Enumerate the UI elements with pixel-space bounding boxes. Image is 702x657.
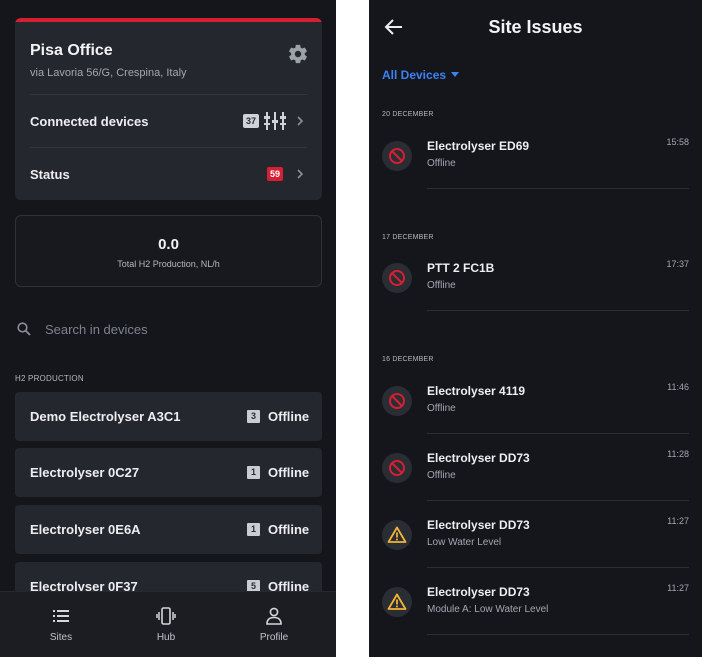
date-header: 20 DECEMBER: [382, 111, 434, 118]
status-count-badge: 59: [267, 167, 284, 181]
issue-item[interactable]: Electrolyser DD73 Offline 11:28: [382, 441, 689, 501]
site-address: via Lavoria 56/G, Crespina, Italy: [30, 67, 187, 79]
offline-icon: [389, 148, 405, 164]
h2-production-card: 0.0 Total H2 Production, NL/h: [15, 215, 322, 287]
device-card[interactable]: Electrolyser 0C27 1 Offline: [15, 448, 322, 497]
person-icon: [266, 607, 282, 625]
site-accent-bar: [15, 18, 322, 22]
device-status: Offline: [268, 465, 310, 480]
issue-device: Electrolyser ED69: [427, 139, 530, 153]
connected-devices-count: 37: [243, 114, 260, 128]
device-status: Offline: [268, 522, 310, 537]
issue-time: 15:58: [666, 137, 689, 147]
device-status: Offline: [268, 409, 310, 424]
issue-item[interactable]: Electrolyser DD73 Module A: Low Water Le…: [382, 575, 689, 635]
caret-down-icon: [451, 72, 460, 77]
section-title: H2 PRODUCTION: [15, 374, 84, 383]
device-card[interactable]: Demo Electrolyser A3C1 3 Offline: [15, 392, 322, 441]
issue-item[interactable]: PTT 2 FC1B Offline 17:37: [382, 251, 689, 311]
issue-divider: [427, 433, 689, 434]
search-input[interactable]: [45, 320, 305, 338]
issue-device: Electrolyser DD73: [427, 451, 530, 465]
issue-item[interactable]: Electrolyser DD73 Low Water Level 11:27: [382, 508, 689, 568]
offline-icon: [389, 393, 405, 409]
site-name: Pisa Office: [30, 42, 113, 59]
device-name: Demo Electrolyser A3C1: [30, 409, 181, 424]
issue-divider: [427, 634, 689, 635]
h2-production-label: Total H2 Production, NL/h: [117, 259, 220, 269]
issue-message: Offline: [427, 403, 456, 414]
gear-icon[interactable]: [287, 43, 309, 65]
status-row[interactable]: Status 59: [15, 148, 322, 200]
device-count-badge: 3: [247, 410, 260, 423]
issue-time: 11:27: [667, 583, 689, 593]
issue-divider: [427, 188, 689, 189]
status-label: Status: [30, 167, 70, 182]
h2-production-value: 0.0: [158, 236, 179, 253]
issue-message: Offline: [427, 280, 456, 291]
issue-device: Electrolyser DD73: [427, 585, 530, 599]
bottom-navigation: Sites Hub Profile: [0, 591, 336, 657]
date-header: 17 DECEMBER: [382, 234, 434, 241]
offline-icon: [389, 270, 405, 286]
issue-time: 11:27: [667, 516, 689, 526]
device-count-badge: 1: [247, 523, 260, 536]
site-overview-screen: Pisa Office via Lavoria 56/G, Crespina, …: [0, 0, 336, 657]
nav-profile[interactable]: Profile: [234, 592, 314, 657]
nav-label: Hub: [156, 632, 176, 643]
issue-message: Offline: [427, 158, 456, 169]
warning-icon: [387, 593, 407, 610]
connected-devices-label: Connected devices: [30, 114, 149, 129]
issue-time: 11:28: [667, 449, 689, 459]
issue-divider: [427, 310, 689, 311]
issue-device: Electrolyser DD73: [427, 518, 530, 532]
issue-message: Low Water Level: [427, 537, 502, 548]
issue-time: 17:37: [666, 259, 689, 269]
site-issues-screen: Site Issues All Devices 20 DECEMBER Elec…: [369, 0, 702, 657]
device-count-badge: 1: [247, 466, 260, 479]
device-name: Electrolyser 0E6A: [30, 522, 141, 537]
issue-device: Electrolyser 4119: [427, 384, 526, 398]
search-icon: [17, 322, 31, 336]
device-search: [15, 318, 322, 340]
issue-divider: [427, 500, 689, 501]
devices-icon: [264, 112, 286, 130]
vibrate-phone-icon: [156, 607, 176, 625]
issue-divider: [427, 567, 689, 568]
connected-devices-row[interactable]: Connected devices 37: [15, 95, 322, 147]
warning-icon: [387, 526, 407, 543]
issue-item[interactable]: Electrolyser 4119 Offline 11:46: [382, 374, 689, 434]
issue-message: Module A: Low Water Level: [427, 604, 549, 615]
device-card[interactable]: Electrolyser 0E6A 1 Offline: [15, 505, 322, 554]
device-name: Electrolyser 0C27: [30, 465, 140, 480]
nav-label: Sites: [49, 632, 73, 643]
issue-device: PTT 2 FC1B: [427, 261, 495, 275]
issue-time: 11:46: [667, 382, 689, 392]
filter-label: All Devices: [382, 68, 447, 82]
list-icon: [53, 610, 69, 622]
chevron-right-icon: [297, 169, 304, 179]
device-filter-dropdown[interactable]: All Devices: [382, 66, 460, 84]
nav-hub[interactable]: Hub: [126, 592, 206, 657]
issue-item[interactable]: Electrolyser ED69 Offline 15:58: [382, 129, 689, 189]
site-card: Pisa Office via Lavoria 56/G, Crespina, …: [15, 18, 322, 200]
offline-icon: [389, 460, 405, 476]
nav-label: Profile: [259, 632, 289, 643]
chevron-right-icon: [297, 116, 304, 126]
nav-sites[interactable]: Sites: [21, 592, 101, 657]
date-header: 16 DECEMBER: [382, 356, 434, 363]
page-title: Site Issues: [488, 17, 583, 37]
issue-message: Offline: [427, 470, 456, 481]
